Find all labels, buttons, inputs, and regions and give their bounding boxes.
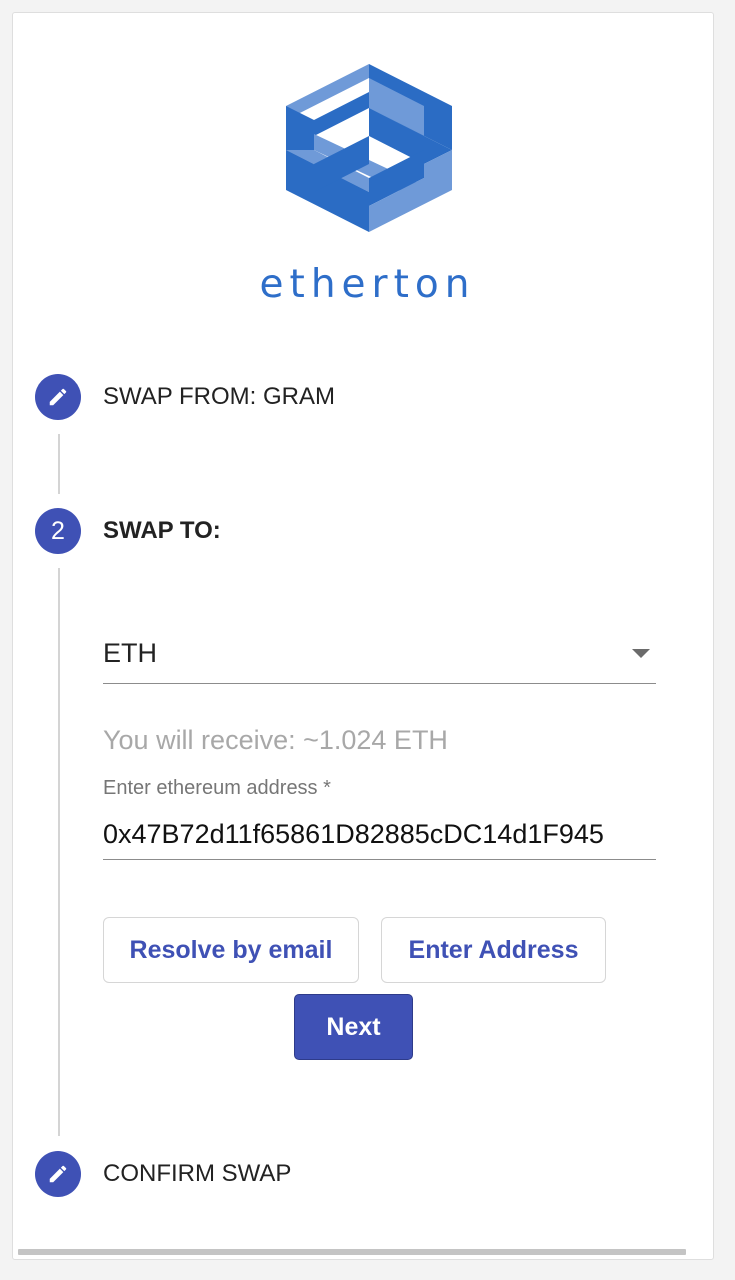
currency-select[interactable]: ETH (103, 628, 656, 684)
etherton-logo-icon (286, 64, 452, 232)
ethereum-address-input[interactable] (103, 810, 656, 860)
enter-address-button[interactable]: Enter Address (381, 917, 606, 983)
receive-estimate: You will receive: ~1.024 ETH (103, 725, 448, 755)
step-2-label: SWAP TO: (103, 517, 221, 544)
step-1-label[interactable]: SWAP FROM: GRAM (103, 382, 335, 412)
next-button[interactable]: Next (294, 994, 413, 1060)
horizontal-scrollbar[interactable] (18, 1249, 686, 1255)
step-3-label[interactable]: CONFIRM SWAP (103, 1159, 291, 1189)
dropdown-arrow-icon (632, 649, 650, 658)
pencil-icon (49, 1165, 67, 1183)
step-connector (58, 434, 60, 494)
resolve-by-email-button[interactable]: Resolve by email (103, 917, 359, 983)
pencil-icon (49, 388, 67, 406)
brand-name: etherton (259, 262, 476, 307)
step-connector (58, 568, 60, 1136)
address-field-label: Enter ethereum address * (103, 777, 331, 799)
step-2-number-badge: 2 (35, 508, 81, 554)
currency-select-value: ETH (103, 638, 157, 668)
step-1-edit-icon[interactable] (35, 374, 81, 420)
step-3-edit-icon[interactable] (35, 1151, 81, 1197)
